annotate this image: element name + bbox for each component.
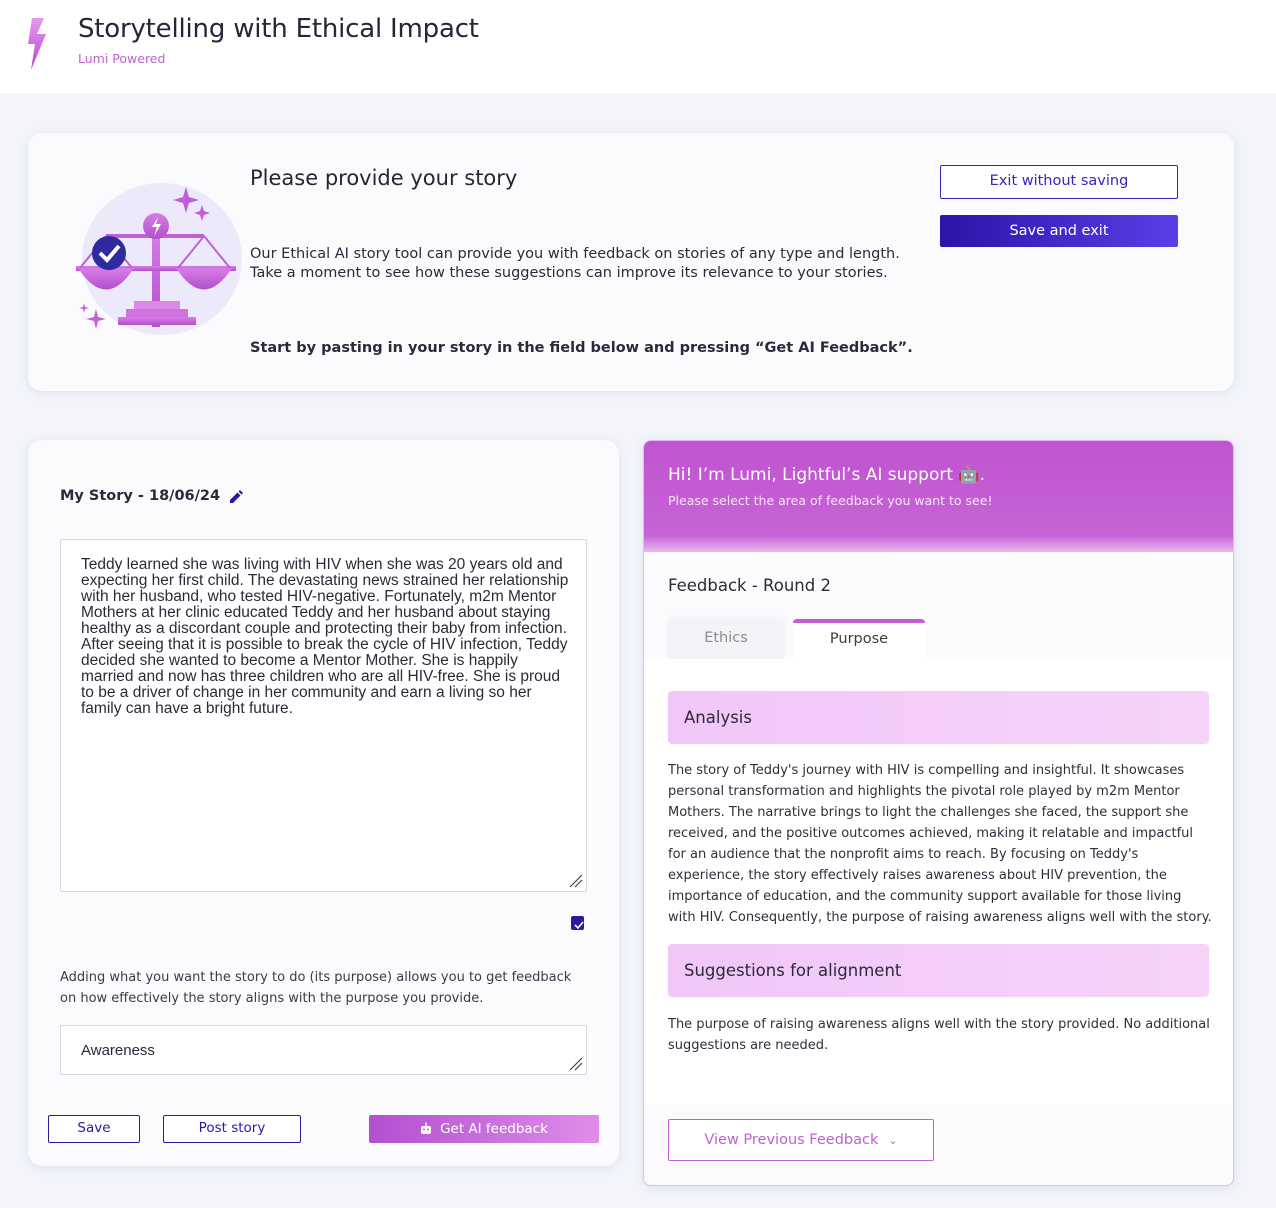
feedback-header: Hi! I’m Lumi, Lightful’s AI support 🤖. P… — [644, 441, 1233, 552]
intro-card: Please provide your story Our Ethical AI… — [28, 133, 1234, 391]
purpose-help-text: Adding what you want the story to do (it… — [60, 970, 572, 1006]
feedback-round-title: Feedback - Round 2 — [668, 576, 831, 595]
purpose-value[interactable]: Awareness — [81, 1042, 155, 1059]
app-title: Storytelling with Ethical Impact — [78, 14, 479, 44]
story-title: My Story - 18/06/24 — [60, 488, 221, 504]
feedback-panel: Hi! I’m Lumi, Lightful’s AI support 🤖. P… — [643, 440, 1234, 1186]
view-previous-feedback-label: View Previous Feedback — [704, 1132, 879, 1148]
lightning-logo-icon — [28, 18, 46, 70]
story-text[interactable]: Teddy learned she was living with HIV wh… — [81, 557, 569, 717]
lumi-greeting: Hi! I’m Lumi, Lightful’s AI support 🤖. — [668, 465, 986, 485]
intro-instruction: Start by pasting in your story in the fi… — [250, 340, 913, 356]
save-and-exit-button[interactable]: Save and exit — [940, 215, 1178, 247]
story-textarea[interactable]: Teddy learned she was living with HIV wh… — [60, 539, 587, 892]
analysis-text: The story of Teddy's journey with HIV is… — [668, 763, 1212, 925]
top-bar: Storytelling with Ethical Impact Lumi Po… — [0, 0, 1276, 93]
story-card: My Story - 18/06/24 Teddy learned she wa… — [28, 440, 619, 1166]
robot-icon — [421, 1122, 432, 1134]
save-button[interactable]: Save — [48, 1115, 140, 1143]
scale-icon — [76, 183, 242, 335]
lumi-greeting-subtitle: Please select the area of feedback you w… — [668, 493, 993, 508]
pencil-icon[interactable] — [229, 490, 243, 504]
intro-description: Our Ethical AI story tool can provide yo… — [250, 246, 900, 281]
suggestions-heading: Suggestions for alignment — [668, 944, 1209, 997]
purpose-input[interactable]: Awareness — [60, 1025, 587, 1075]
resize-handle-icon[interactable] — [569, 1057, 583, 1071]
tab-purpose[interactable]: Purpose — [793, 619, 925, 659]
app-subtitle: Lumi Powered — [78, 51, 166, 66]
view-previous-feedback-button[interactable]: View Previous Feedback ⌄ — [668, 1119, 934, 1161]
get-ai-feedback-button[interactable]: Get AI feedback — [369, 1115, 599, 1143]
exit-without-saving-button[interactable]: Exit without saving — [940, 165, 1178, 199]
get-ai-feedback-label: Get AI feedback — [440, 1121, 548, 1137]
post-story-button[interactable]: Post story — [163, 1115, 301, 1143]
intro-title: Please provide your story — [250, 166, 518, 190]
chevron-down-icon: ⌄ — [888, 1134, 898, 1147]
suggestions-text: The purpose of raising awareness aligns … — [668, 1017, 1210, 1053]
tab-ethics[interactable]: Ethics — [668, 619, 784, 659]
feedback-content: Analysis The story of Teddy's journey wi… — [644, 659, 1233, 1104]
paste-icon[interactable] — [571, 915, 585, 931]
resize-handle-icon[interactable] — [569, 874, 583, 888]
analysis-heading: Analysis — [668, 691, 1209, 744]
